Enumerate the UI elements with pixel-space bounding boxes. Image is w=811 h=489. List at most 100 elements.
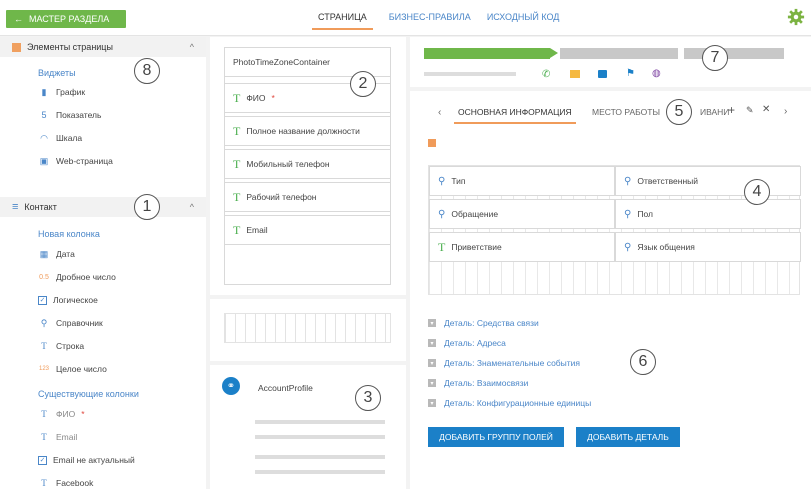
grid-field-type[interactable]: ⚲ Тип: [429, 166, 615, 196]
chevron-up-icon[interactable]: ^: [190, 202, 194, 212]
text-icon: T: [41, 341, 47, 351]
field-grid-area: ⚲ Тип ⚲ Ответственный ⚲ Обращение ⚲ Пол …: [428, 165, 801, 295]
section-wizard: ← МАСТЕР РАЗДЕЛА СТРАНИЦА БИЗНЕС-ПРАВИЛА…: [0, 0, 811, 489]
new-column-integer[interactable]: 123 Целое число: [38, 362, 107, 376]
profile-column: PhotoTimeZoneContainer T ФИО * T Полное …: [210, 37, 406, 489]
detail-communication[interactable]: ▾ Деталь: Средства связи: [428, 316, 539, 330]
field-email[interactable]: T Email: [224, 215, 391, 245]
placeholder-line: [424, 72, 516, 76]
widget-indicator[interactable]: 5 Показатель: [38, 108, 101, 122]
text-icon: T: [233, 156, 241, 171]
widget-webpage[interactable]: ▣ Web-страница: [38, 154, 113, 168]
field-mobile-phone[interactable]: T Мобильный телефон: [224, 149, 391, 179]
field-job-title[interactable]: T Полное название должности: [224, 116, 391, 146]
existing-column-facebook[interactable]: T Facebook: [38, 476, 93, 489]
back-to-section-wizard-button[interactable]: ← МАСТЕР РАЗДЕЛА: [6, 10, 126, 28]
widget-chart[interactable]: ▮ График: [38, 85, 86, 99]
tab-partial[interactable]: ИВАНИ: [700, 107, 729, 117]
account-profile-panel: ⚭ AccountProfile 3: [210, 365, 406, 489]
flag-icon[interactable]: ⚑: [626, 68, 635, 79]
new-column-string[interactable]: T Строка: [38, 339, 84, 353]
existing-column-email-inactive[interactable]: ✓ Email не актуальный: [38, 453, 135, 467]
decimal-icon: 0.5: [39, 273, 49, 281]
collapse-group-icon[interactable]: [428, 139, 436, 147]
placeholder-line: [255, 455, 385, 459]
lookup-icon: ⚲: [624, 241, 632, 253]
widgets-icon: [12, 42, 21, 52]
expand-icon[interactable]: ▾: [428, 399, 436, 407]
new-column-date[interactable]: ▦ Дата: [38, 247, 75, 261]
expand-icon[interactable]: ▾: [428, 339, 436, 347]
field-work-phone[interactable]: T Рабочий телефон: [224, 182, 391, 212]
new-column-lookup[interactable]: ⚲ Справочник: [38, 316, 103, 330]
expand-icon[interactable]: ▾: [428, 319, 436, 327]
arrow-left-icon: ←: [14, 14, 23, 24]
detail-anniversaries[interactable]: ▾ Деталь: Знаменательные события: [428, 356, 580, 370]
text-icon: T: [41, 409, 47, 419]
grid-field-gender[interactable]: ⚲ Пол: [615, 199, 801, 229]
message-icon[interactable]: [598, 70, 607, 78]
empty-drop-area[interactable]: [224, 313, 391, 343]
new-column-decimal[interactable]: 0.5 Дробное число: [38, 270, 116, 284]
email-icon[interactable]: [570, 70, 580, 78]
placeholder-line: [255, 435, 385, 439]
grid-field-owner[interactable]: ⚲ Ответственный: [615, 166, 801, 196]
contact-title: Контакт: [24, 202, 57, 212]
tab-source-code[interactable]: ИСХОДНЫЙ КОД: [487, 12, 560, 30]
widgets-group-title: Виджеты: [38, 68, 76, 78]
chevron-left-icon[interactable]: ‹: [438, 107, 441, 118]
callout-3: 3: [355, 385, 381, 411]
field-label: Пол: [637, 209, 653, 219]
add-tab-icon[interactable]: +: [728, 103, 735, 117]
required-marker: *: [271, 93, 275, 103]
contact-header[interactable]: ≡ Контакт ^: [0, 197, 206, 217]
detail-addresses[interactable]: ▾ Деталь: Адреса: [428, 336, 506, 350]
new-column-boolean[interactable]: ✓ Логическое: [38, 293, 98, 307]
tab-business-rules[interactable]: БИЗНЕС-ПРАВИЛА: [389, 12, 471, 30]
progress-step-active[interactable]: [424, 48, 550, 59]
page-elements-title: Элементы страницы: [27, 42, 113, 52]
lookup-icon: ⚲: [624, 208, 632, 220]
column-label: Facebook: [56, 478, 94, 488]
grid-field-greeting[interactable]: T Приветствие: [429, 232, 615, 262]
globe-icon[interactable]: ◍: [652, 68, 661, 79]
lookup-icon: ⚲: [438, 175, 446, 187]
widget-gauge[interactable]: ◠ Шкала: [38, 131, 82, 145]
gear-icon[interactable]: [787, 8, 805, 26]
bar-chart-icon: ▮: [41, 86, 47, 97]
progress-arrow: [550, 48, 558, 58]
existing-column-email[interactable]: T Email: [38, 430, 77, 444]
add-field-group-button[interactable]: ДОБАВИТЬ ГРУППУ ПОЛЕЙ: [428, 427, 564, 447]
column-label: Дробное число: [56, 272, 116, 282]
field-label: Рабочий телефон: [246, 192, 317, 202]
column-label: Дата: [56, 249, 75, 259]
detail-config-items[interactable]: ▾ Деталь: Конфигурационные единицы: [428, 396, 591, 410]
grid-field-language[interactable]: ⚲ Язык общения: [615, 232, 801, 262]
page-elements-header[interactable]: Элементы страницы ^: [0, 37, 206, 57]
phone-icon[interactable]: ✆: [542, 69, 550, 80]
detail-relationships[interactable]: ▾ Деталь: Взаимосвязи: [428, 376, 528, 390]
expand-icon[interactable]: ▾: [428, 379, 436, 387]
detail-label: Деталь: Средства связи: [444, 318, 539, 328]
add-detail-button[interactable]: ДОБАВИТЬ ДЕТАЛЬ: [576, 427, 680, 447]
tab-main-info[interactable]: ОСНОВНАЯ ИНФОРМАЦИЯ: [454, 107, 576, 124]
edit-pencil-icon[interactable]: ✎: [746, 105, 754, 116]
field-label: Приветствие: [451, 242, 502, 252]
grid-field-salutation[interactable]: ⚲ Обращение: [429, 199, 615, 229]
widget-label: График: [56, 87, 86, 97]
link-icon: ⚭: [222, 377, 240, 395]
text-icon: T: [233, 222, 241, 237]
chevron-right-icon[interactable]: ›: [784, 106, 787, 117]
expand-icon[interactable]: ▾: [428, 359, 436, 367]
text-icon: T: [233, 189, 241, 204]
account-profile-label: AccountProfile: [258, 383, 313, 393]
tab-job[interactable]: МЕСТО РАБОТЫ: [592, 107, 660, 117]
progress-bar[interactable]: [424, 48, 784, 59]
progress-step[interactable]: [684, 48, 784, 59]
chevron-up-icon[interactable]: ^: [190, 42, 194, 52]
existing-column-full-name[interactable]: T ФИО *: [38, 407, 84, 421]
progress-step[interactable]: [560, 48, 678, 59]
field-label: Язык общения: [637, 242, 695, 252]
tab-page[interactable]: СТРАНИЦА: [312, 12, 373, 30]
close-icon[interactable]: ✕: [762, 104, 770, 115]
